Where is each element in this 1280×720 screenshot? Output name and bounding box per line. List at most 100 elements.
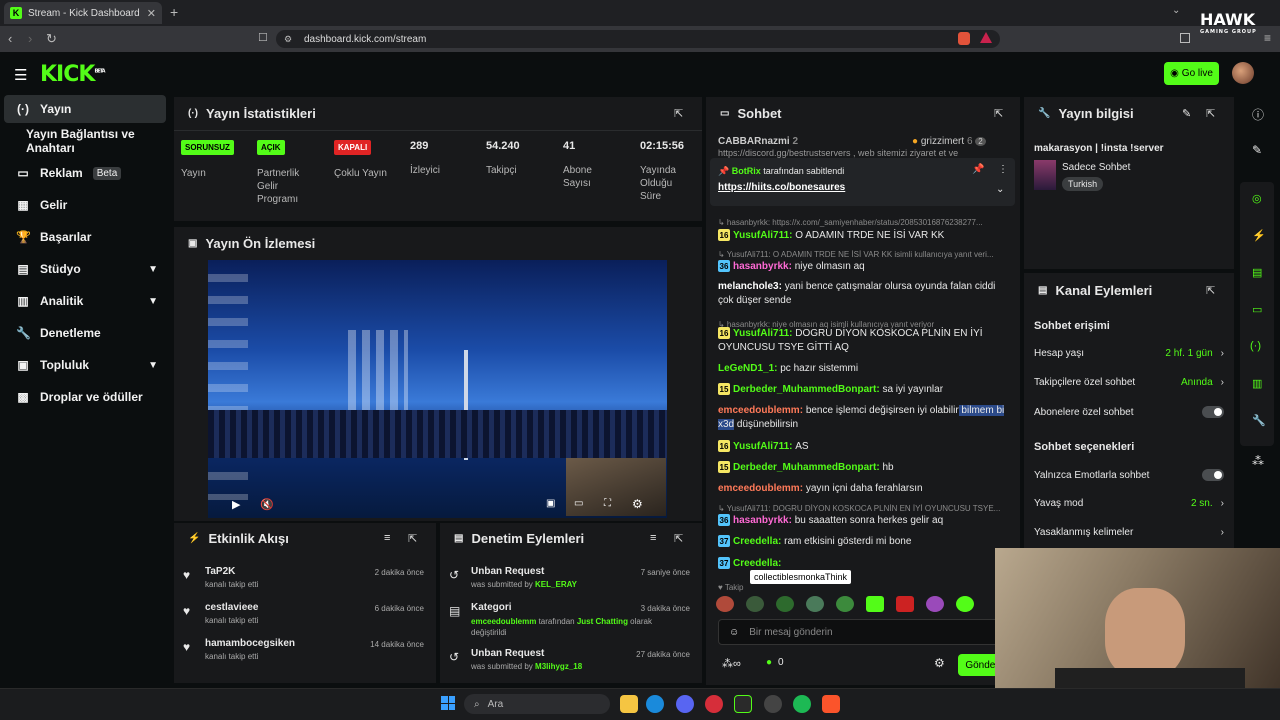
hamburger-menu-icon[interactable]: ☰ bbox=[14, 66, 27, 84]
expand-icon[interactable]: ⇱ bbox=[674, 532, 683, 545]
chat-username[interactable]: melanchole3: bbox=[718, 281, 785, 292]
new-tab-icon[interactable]: + bbox=[170, 4, 178, 20]
spotify-icon[interactable] bbox=[793, 695, 811, 713]
sidebar-item-community[interactable]: ▣ Topluluk ▼ bbox=[4, 351, 166, 379]
activity-user[interactable]: hamambocegsiken bbox=[205, 638, 295, 649]
community-points-icon[interactable]: ⁂∞ bbox=[722, 657, 741, 670]
more-options-icon[interactable]: ⋮ bbox=[998, 164, 1008, 175]
brave-icon[interactable] bbox=[822, 695, 840, 713]
pip-icon[interactable]: ▣ bbox=[546, 498, 555, 509]
mute-icon[interactable]: 🔇 bbox=[260, 498, 274, 511]
chat-username[interactable]: emceedoublemm: bbox=[718, 405, 806, 416]
chat-message[interactable]: emceedoublemm: bence işlemci değişirsen … bbox=[718, 404, 1008, 432]
emote-icon[interactable] bbox=[776, 596, 794, 612]
brave-shield-icon[interactable] bbox=[958, 32, 970, 45]
url-field[interactable]: dashboard.kick.com/stream bbox=[276, 30, 1000, 48]
edge-icon[interactable] bbox=[646, 695, 664, 713]
edit-icon[interactable]: ✎ bbox=[1182, 107, 1191, 120]
chevron-down-icon[interactable]: ⌄ bbox=[996, 184, 1004, 195]
expand-icon[interactable]: ⇱ bbox=[408, 532, 417, 545]
menu-icon[interactable]: ≡ bbox=[1264, 31, 1271, 45]
sidebar-item-achievements[interactable]: 🏆 Başarılar bbox=[4, 223, 166, 251]
bookmark-icon[interactable]: ☐ bbox=[258, 31, 268, 44]
emote-icon[interactable] bbox=[926, 596, 944, 612]
file-explorer-icon[interactable] bbox=[620, 695, 638, 713]
emote-icon[interactable] bbox=[956, 596, 974, 612]
sidebar-item-stream-key[interactable]: Yayın Bağlantısı ve Anahtarı bbox=[4, 127, 166, 155]
top-gifter[interactable]: CABBARnazmi 2 bbox=[718, 136, 798, 147]
site-info-icon[interactable]: ⚙ bbox=[284, 34, 292, 45]
settings-icon[interactable]: ⚙ bbox=[632, 497, 643, 511]
emote-icon[interactable] bbox=[866, 596, 884, 612]
clipboard-icon[interactable]: ▤ bbox=[1252, 266, 1262, 279]
followers-only-row[interactable]: Takipçilere özel sohbet Anında › bbox=[1034, 377, 1224, 388]
sidebar-item-analytics[interactable]: ▥ Analitik ▼ bbox=[4, 287, 166, 315]
expand-icon[interactable]: ⇱ bbox=[994, 107, 1003, 120]
sidebar-item-ads[interactable]: ▭ Reklam Beta bbox=[4, 159, 166, 187]
chat-username[interactable]: YusufAli711: bbox=[733, 230, 795, 241]
pinned-link[interactable]: https://hiits.co/bonesaures bbox=[718, 182, 845, 193]
chat-username[interactable]: hasanbyrkk: bbox=[733, 261, 795, 272]
emote-icon[interactable] bbox=[836, 596, 854, 612]
account-age-row[interactable]: Hesap yaşı 2 hf. 1 gün › bbox=[1034, 348, 1224, 359]
mod-action-item[interactable]: ↺ Unban Request was submitted by M3lihyg… bbox=[449, 648, 694, 678]
chat-username[interactable]: emceedoublemm: bbox=[718, 483, 806, 494]
chat-message[interactable]: 36 hasanbyrkk: niye olmasın aq bbox=[718, 260, 1008, 274]
fullscreen-icon[interactable]: ⛶ bbox=[604, 498, 611, 509]
user-avatar[interactable] bbox=[1232, 62, 1254, 84]
kick-points[interactable]: ● 0 bbox=[766, 657, 784, 668]
pencil-icon[interactable]: ✎ bbox=[1252, 143, 1262, 157]
chat-username[interactable]: YusufAli711: bbox=[733, 328, 795, 339]
chat-username[interactable]: Derbeder_MuhammedBonpart: bbox=[733, 462, 882, 473]
forward-icon[interactable]: › bbox=[28, 31, 32, 46]
emote-icon[interactable] bbox=[746, 596, 764, 612]
chat-message[interactable]: 37 Creedella: bbox=[718, 557, 1008, 571]
stream-tag[interactable]: Turkish bbox=[1062, 177, 1104, 191]
community-icon[interactable]: ⁂ bbox=[1252, 454, 1264, 468]
activity-user[interactable]: cestlavieee bbox=[205, 602, 258, 613]
theater-icon[interactable]: ▭ bbox=[574, 498, 583, 509]
emote-icon[interactable] bbox=[896, 596, 914, 612]
slow-mode-row[interactable]: Yavaş mod 2 sn. › bbox=[1034, 498, 1224, 509]
chat-message[interactable]: 16 YusufAli711: DOGRU DİYON KOSKOCA PLNİN… bbox=[718, 327, 1008, 355]
emote-only-toggle[interactable] bbox=[1202, 469, 1224, 481]
sidebar-item-moderation[interactable]: 🔧 Denetleme bbox=[4, 319, 166, 347]
browser-tab[interactable]: K Stream - Kick Dashboard ✕ bbox=[4, 2, 162, 24]
chat-message[interactable]: 16 YusufAli711: AS bbox=[718, 440, 1008, 454]
expand-icon[interactable]: ⇱ bbox=[1206, 284, 1215, 297]
target-icon[interactable]: ◎ bbox=[1252, 192, 1262, 205]
chat-username[interactable]: Creedella: bbox=[733, 558, 781, 569]
sidebar-toggle-icon[interactable] bbox=[1180, 33, 1190, 43]
sidebar-item-stream[interactable]: (·) Yayın bbox=[4, 95, 166, 123]
layout-icon[interactable]: ▥ bbox=[1252, 377, 1262, 390]
chat-username[interactable]: LeGeND1_1: bbox=[718, 363, 780, 374]
pinned-message[interactable]: 📌 BotRix tarafından sabitlendi https://h… bbox=[710, 158, 1015, 206]
sidebar-item-revenue[interactable]: ▦ Gelir bbox=[4, 191, 166, 219]
info-icon[interactable]: ⓘ bbox=[1252, 106, 1264, 123]
bolt-icon[interactable]: ⚡ bbox=[1252, 229, 1266, 242]
wrench-icon[interactable]: 🔧 bbox=[1252, 414, 1266, 427]
sidebar-item-studio[interactable]: ▤ Stüdyo ▼ bbox=[4, 255, 166, 283]
back-icon[interactable]: ‹ bbox=[8, 31, 12, 46]
chat-input[interactable]: ☺ Bir mesaj gönderin bbox=[718, 619, 1000, 645]
kick-logo[interactable]: KICKBETA bbox=[40, 62, 106, 87]
chat-username[interactable]: YusufAli711: bbox=[733, 441, 795, 452]
broadcast-icon[interactable]: (·) bbox=[1250, 340, 1261, 352]
chat-username[interactable]: Creedella: bbox=[733, 536, 784, 547]
emoji-icon[interactable]: ☺ bbox=[729, 627, 739, 638]
activity-user[interactable]: TaP2K bbox=[205, 566, 235, 577]
emote-icon[interactable] bbox=[806, 596, 824, 612]
kick-app-icon[interactable] bbox=[734, 695, 752, 713]
go-live-button[interactable]: ◉ Go live bbox=[1164, 62, 1219, 85]
windows-start-icon[interactable] bbox=[441, 696, 455, 710]
banned-words-row[interactable]: Yasaklanmış kelimeler › bbox=[1034, 527, 1224, 538]
expand-icon[interactable]: ⇱ bbox=[674, 107, 683, 120]
taskbar-search[interactable]: ⌕ Ara bbox=[464, 694, 610, 714]
mod-action-item[interactable]: ↺ Unban Request was submitted by KEL_ERA… bbox=[449, 566, 694, 596]
chat-message[interactable]: 15 Derbeder_MuhammedBonpart: hb bbox=[718, 461, 1008, 475]
top-gifter-2[interactable]: ● grizzimert 6 2 bbox=[912, 136, 986, 147]
chat-message[interactable]: 15 Derbeder_MuhammedBonpart: sa iyi yayın… bbox=[718, 383, 1008, 397]
discord-icon[interactable] bbox=[676, 695, 694, 713]
chat-username[interactable]: hasanbyrkk: bbox=[733, 515, 795, 526]
chat-message[interactable]: emceedoublemm: yayın içni daha ferahlars… bbox=[718, 482, 1008, 496]
